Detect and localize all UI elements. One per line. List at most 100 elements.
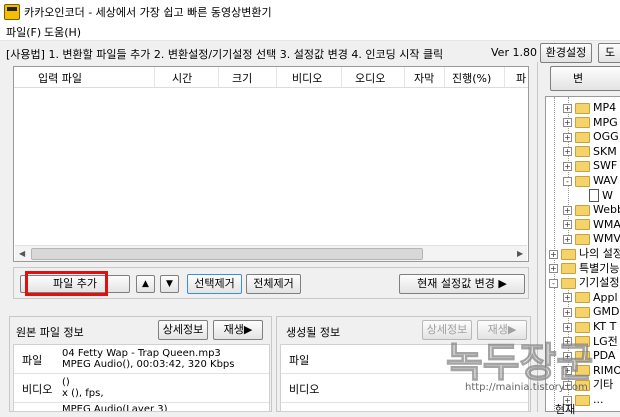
- tree-item[interactable]: + MP4: [563, 101, 616, 115]
- app-icon: [4, 4, 20, 20]
- tree-item[interactable]: + Appl: [563, 291, 618, 305]
- folder-icon: [575, 146, 590, 158]
- expand-icon[interactable]: +: [549, 249, 558, 259]
- tree-item-label: SWF: [593, 159, 618, 173]
- source-detail-button[interactable]: 상세정보: [158, 320, 208, 340]
- folder-icon: [575, 219, 590, 231]
- folder-icon: [575, 292, 590, 304]
- file-list-header: 입력 파일 시간 크기 비디오 오디오 자막 진행(%) 파: [14, 67, 528, 88]
- expand-icon[interactable]: +: [563, 234, 572, 244]
- tree-item[interactable]: + 나의 설정: [549, 247, 620, 261]
- collapse-icon[interactable]: -: [549, 278, 558, 288]
- move-up-button[interactable]: ▲: [136, 275, 155, 293]
- source-play-button[interactable]: 재생▶: [213, 320, 263, 340]
- window-title: 카카오인코더 - 세상에서 가장 쉽고 빠른 동영상변환기: [24, 6, 272, 19]
- tree-item[interactable]: + Webb: [563, 203, 620, 217]
- source-video-codec: (): [62, 377, 70, 388]
- tree-item-label: OGG: [593, 130, 619, 144]
- horizontal-scrollbar[interactable]: ◀ ▶: [15, 245, 527, 261]
- tree-item-label: 기기설정: [579, 276, 620, 290]
- tree-item[interactable]: + SKM: [563, 145, 617, 159]
- tree-item[interactable]: + MPG: [563, 116, 618, 130]
- expand-icon[interactable]: +: [563, 161, 572, 171]
- tree-item[interactable]: + SWF: [563, 159, 617, 173]
- expand-icon[interactable]: +: [563, 147, 572, 157]
- source-file-name: 04 Fetty Wap - Trap Queen.mp3: [62, 348, 221, 359]
- file-list[interactable]: 입력 파일 시간 크기 비디오 오디오 자막 진행(%) 파 ◀ ▶: [13, 66, 529, 262]
- expand-icon[interactable]: +: [563, 118, 572, 128]
- document-icon: [589, 189, 599, 203]
- column-separator: [504, 67, 505, 87]
- tree-item[interactable]: + 특별기능: [549, 262, 619, 276]
- column-time[interactable]: 시간: [172, 70, 192, 86]
- folder-icon: [561, 263, 576, 275]
- menu-file[interactable]: 파일(F): [6, 24, 41, 40]
- tree-item[interactable]: + GMD: [563, 305, 620, 319]
- tree-item-label: W: [602, 188, 613, 202]
- folder-icon: [575, 233, 590, 245]
- menu-help[interactable]: 도움(H): [44, 24, 81, 40]
- folder-icon: [561, 248, 576, 260]
- tree-item-label: MP4: [593, 101, 617, 114]
- tree-item-label: GMD: [593, 305, 620, 319]
- column-audio[interactable]: 오디오: [355, 70, 385, 86]
- collapse-icon[interactable]: -: [563, 176, 572, 186]
- tree-item[interactable]: + WMA: [563, 218, 620, 232]
- column-separator: [404, 67, 405, 87]
- row-separator: [14, 402, 269, 403]
- expand-icon[interactable]: +: [563, 307, 572, 317]
- column-separator: [276, 67, 277, 87]
- folder-icon: [575, 204, 590, 216]
- output-video-label: 비디오: [289, 383, 320, 396]
- column-separator: [154, 67, 155, 87]
- column-separator: [341, 67, 342, 87]
- source-file-detail: MPEG Audio(), 00:03:42, 320 Kbps: [62, 359, 235, 370]
- tree-item[interactable]: - WAV: [563, 174, 618, 188]
- folder-icon: [575, 175, 590, 187]
- source-info-area: 파일 04 Fetty Wap - Trap Queen.mp3 MPEG Au…: [13, 344, 270, 412]
- tree-item[interactable]: - 기기설정: [549, 276, 619, 290]
- settings-button[interactable]: 환경설정: [540, 43, 592, 63]
- watermark-url: http://mainia.tistory.com: [465, 382, 588, 393]
- expand-icon[interactable]: +: [563, 293, 572, 303]
- source-file-label: 파일: [22, 354, 43, 367]
- remove-all-button[interactable]: 전체제거: [246, 274, 301, 294]
- column-progress[interactable]: 진행(%): [452, 70, 491, 86]
- tree-item[interactable]: W: [577, 189, 613, 203]
- tree-item-label: 특별기능: [579, 261, 620, 275]
- folder-icon: [575, 131, 590, 143]
- folder-icon: [575, 102, 590, 114]
- output-info-title: 생성될 정보: [286, 326, 341, 339]
- column-separator: [218, 67, 219, 87]
- column-input-file[interactable]: 입력 파일: [38, 70, 82, 86]
- tree-item[interactable]: + WMV: [563, 232, 620, 246]
- source-video-detail: x (), fps,: [62, 388, 104, 399]
- column-subtitle[interactable]: 자막: [414, 70, 434, 86]
- folder-icon: [575, 160, 590, 172]
- tree-item-label: WMV: [593, 232, 620, 246]
- expand-icon[interactable]: +: [563, 132, 572, 142]
- column-size[interactable]: 크기: [232, 70, 252, 86]
- row-separator: [14, 373, 269, 374]
- expand-icon[interactable]: +: [563, 205, 572, 215]
- expand-icon[interactable]: +: [549, 264, 558, 274]
- scroll-right-icon[interactable]: ▶: [517, 249, 523, 258]
- right-panel-top-button[interactable]: 변: [550, 66, 620, 91]
- folder-icon: [575, 306, 590, 318]
- move-down-button[interactable]: ▼: [160, 275, 179, 293]
- column-partial[interactable]: 파: [516, 70, 526, 86]
- remove-selected-button[interactable]: 선택제거: [187, 274, 242, 294]
- tree-item[interactable]: + OGG: [563, 130, 619, 144]
- version-label: Ver 1.80: [491, 46, 537, 59]
- tree-item-label: Webb: [593, 203, 620, 217]
- scroll-left-icon[interactable]: ◀: [19, 249, 25, 258]
- change-settings-button[interactable]: 현재 설정값 변경 ▶: [399, 274, 525, 294]
- expand-icon[interactable]: +: [563, 220, 572, 230]
- expand-icon[interactable]: +: [563, 103, 572, 113]
- menu-bar: [0, 22, 620, 41]
- source-info-title: 원본 파일 정보: [16, 326, 84, 339]
- column-video[interactable]: 비디오: [292, 70, 322, 86]
- partial-top-button[interactable]: 도: [598, 43, 620, 63]
- scrollbar-thumb[interactable]: [31, 248, 423, 260]
- tree-item-label: WMA: [593, 217, 620, 231]
